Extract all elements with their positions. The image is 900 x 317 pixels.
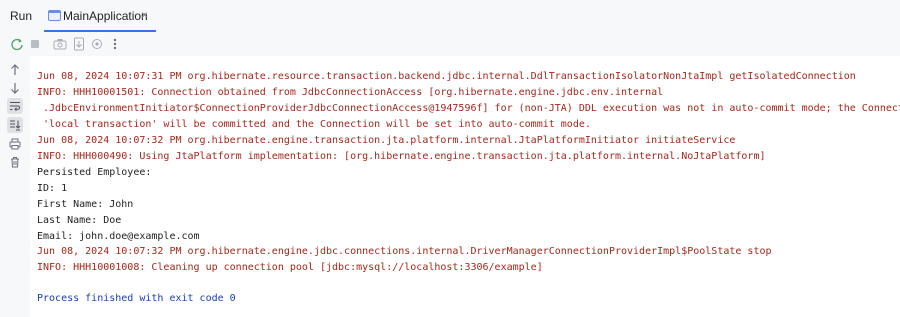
print-icon[interactable] [7, 136, 23, 152]
arrow-up-icon[interactable] [7, 62, 23, 78]
tool-window-header: Run MainApplication × [0, 0, 900, 32]
console-line: Jun 08, 2024 10:07:32 PM org.hibernate.e… [37, 135, 736, 146]
console-line: ID: 1 [37, 183, 68, 194]
console-output[interactable]: Jun 08, 2024 10:07:31 PM org.hibernate.r… [30, 56, 900, 317]
console-line: First Name: John [37, 199, 134, 210]
more-icon[interactable] [107, 36, 123, 52]
process-exit-line: Process finished with exit code 0 [37, 293, 236, 304]
console-line: INFO: HHH000490: Using JtaPlatform imple… [37, 151, 766, 162]
console-line: Jun 08, 2024 10:07:32 PM org.hibernate.e… [37, 246, 772, 257]
trash-icon[interactable] [7, 154, 23, 170]
console-line: Persisted Employee: [37, 167, 152, 178]
stop-icon[interactable] [27, 36, 43, 52]
rerun-icon[interactable] [9, 36, 25, 52]
console-line: .JdbcEnvironmentInitiator$ConnectionProv… [37, 103, 900, 114]
console-line: 'local transaction' will be committed an… [37, 119, 591, 130]
console-side-toolbar [0, 56, 30, 317]
settings-icon[interactable] [89, 36, 105, 52]
run-toolbar [0, 32, 900, 56]
console-line: Last Name: Doe [37, 215, 122, 226]
tab-label: MainApplication [63, 9, 148, 23]
tab-main-application[interactable]: MainApplication × [44, 0, 156, 32]
export-icon[interactable] [71, 36, 87, 52]
application-window-icon [48, 10, 61, 21]
console-line: INFO: HHH10001008: Cleaning up connectio… [37, 262, 543, 273]
console-line: INFO: HHH10001501: Connection obtained f… [37, 87, 664, 98]
soft-wrap-icon[interactable] [7, 98, 23, 114]
run-tool-window-title: Run [10, 9, 33, 23]
scroll-to-end-icon[interactable] [7, 117, 23, 133]
console-line: Jun 08, 2024 10:07:31 PM org.hibernate.r… [37, 71, 856, 82]
console-line: Email: john.doe@example.com [37, 231, 200, 242]
close-icon[interactable]: × [141, 8, 148, 22]
camera-icon[interactable] [52, 36, 68, 52]
arrow-down-icon[interactable] [7, 80, 23, 96]
